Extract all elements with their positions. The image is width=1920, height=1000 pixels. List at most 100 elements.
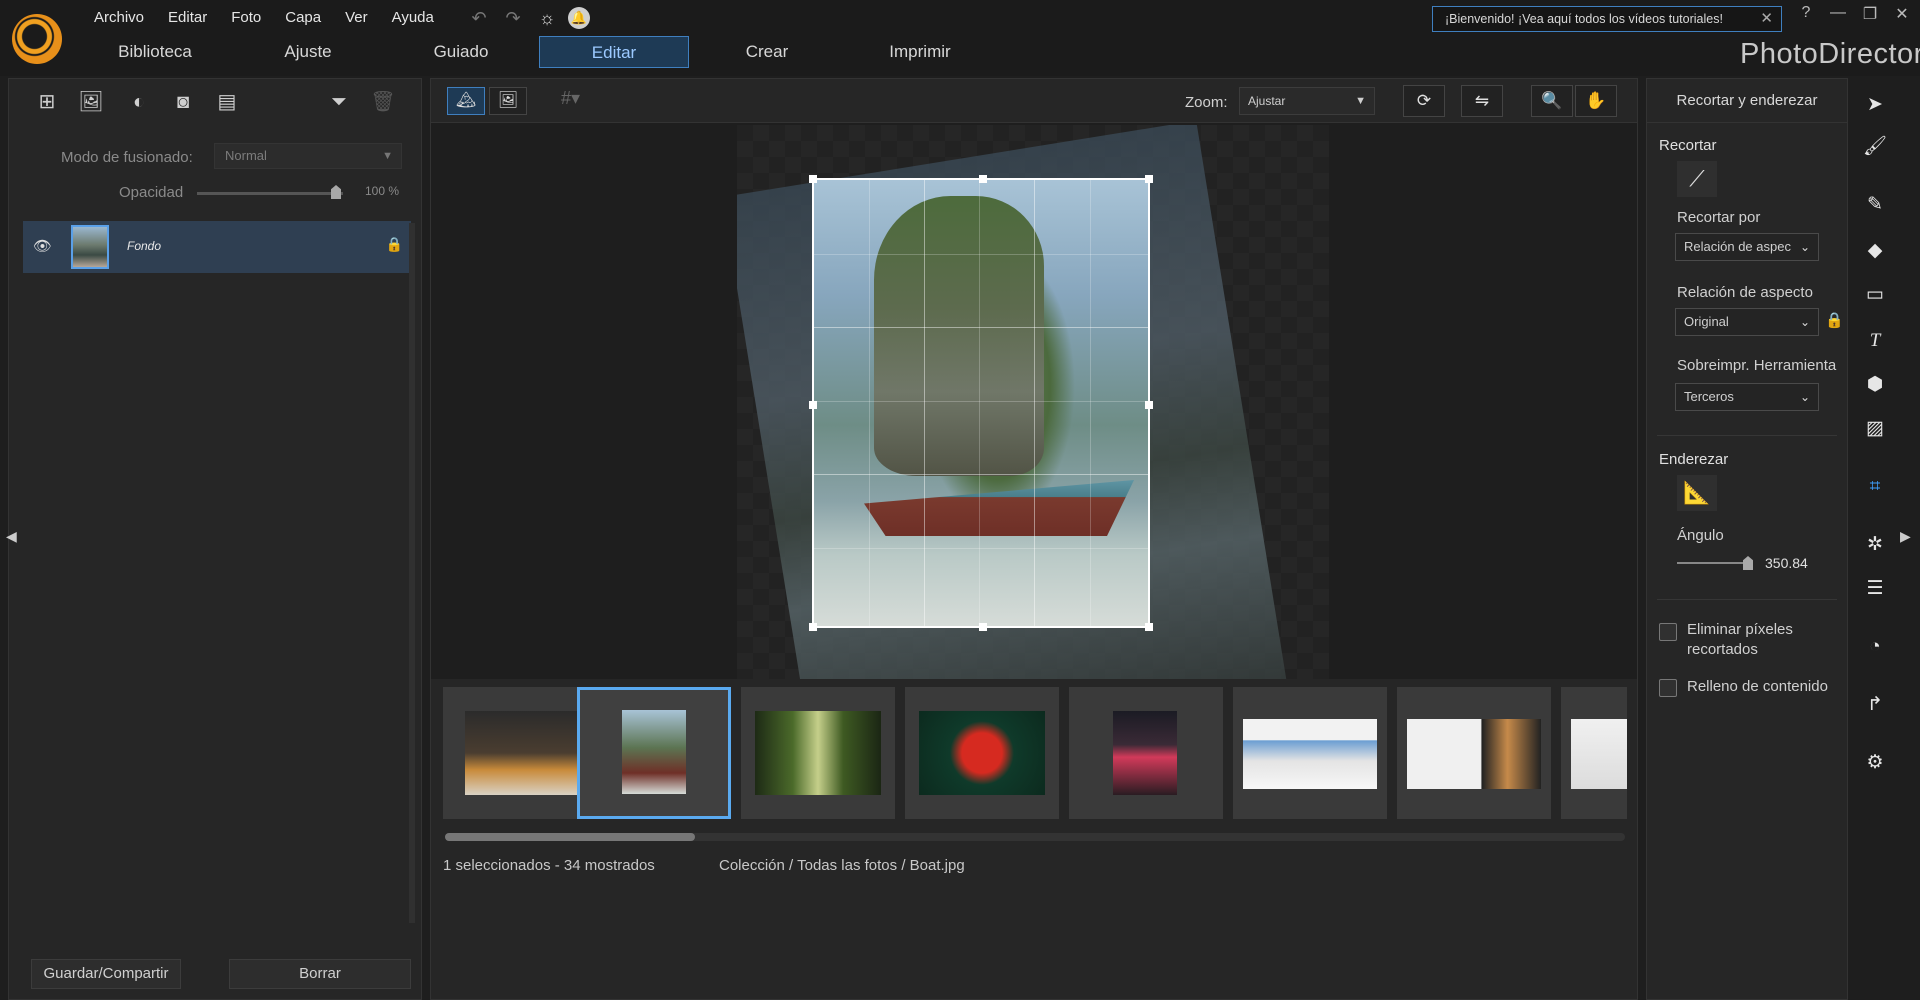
menu-ver[interactable]: Ver [333, 6, 380, 29]
filmstrip-thumb[interactable] [1069, 687, 1223, 819]
collapse-left-icon[interactable]: ◀ [6, 528, 17, 545]
trash-icon[interactable]: 🗑 [365, 87, 401, 117]
thumb-image [1407, 719, 1541, 789]
close-icon[interactable]: ✕ [1760, 7, 1773, 31]
filter-icon[interactable]: ⏷ [321, 87, 357, 117]
pencil-icon[interactable]: ✎ [1858, 188, 1892, 222]
tab-ajuste[interactable]: Ajuste [233, 36, 383, 68]
photo-canvas[interactable] [737, 125, 1329, 680]
smart-brush-icon[interactable]: 🖌 [1858, 130, 1892, 164]
crop-panel: Recortar y enderezar Recortar ⟋ Recortar… [1646, 78, 1848, 1000]
grid-icon[interactable]: #▾ [561, 88, 580, 109]
layer-row-fondo[interactable]: 👁 Fondo 🔒 [23, 221, 411, 273]
menu-archivo[interactable]: Archivo [82, 6, 156, 29]
filmstrip-scrollbar-thumb[interactable] [445, 833, 695, 841]
angle-slider[interactable] [1677, 562, 1747, 564]
layer-options-icon[interactable]: ▤ [209, 87, 245, 117]
menu-editar[interactable]: Editar [156, 6, 219, 29]
crop-handle[interactable] [979, 623, 987, 631]
notification-icon[interactable]: 🔔 [568, 7, 590, 29]
crop-handle[interactable] [1145, 623, 1153, 631]
tab-editar[interactable]: Editar [539, 36, 689, 68]
crop-box[interactable] [809, 175, 1153, 631]
angle-slider-handle[interactable] [1743, 556, 1753, 570]
tab-guiado[interactable]: Guiado [386, 36, 536, 68]
zoom-select[interactable]: Ajustar ▼ [1239, 87, 1375, 115]
tab-crear[interactable]: Crear [692, 36, 842, 68]
lock-icon[interactable]: 🔒 [386, 236, 403, 253]
paint-bucket-icon[interactable]: ⬢ [1858, 368, 1892, 402]
rotate-icon[interactable]: ⟳ [1403, 85, 1445, 117]
menu-foto[interactable]: Foto [219, 6, 273, 29]
overlay-select[interactable]: Terceros ⌄ [1675, 383, 1819, 411]
filmstrip-thumb[interactable] [443, 687, 597, 819]
layers-scrollbar[interactable] [409, 223, 415, 923]
visibility-eye-icon[interactable]: 👁 [33, 237, 52, 255]
collapse-right-icon[interactable]: ▶ [1900, 528, 1911, 545]
crop-handle[interactable] [1145, 175, 1153, 183]
crop-handle[interactable] [809, 175, 817, 183]
hand-tool-icon[interactable]: ✋ [1575, 85, 1617, 117]
eraser-icon[interactable]: ◆ [1858, 234, 1892, 268]
crop-tool-icon[interactable]: ⟋ [1677, 161, 1717, 197]
opacity-slider-handle[interactable] [331, 185, 341, 199]
welcome-text: ¡Bienvenido! ¡Vea aquí todos los vídeos … [1445, 12, 1723, 26]
crop-handle[interactable] [979, 175, 987, 183]
aspect-ratio-select[interactable]: Original ⌄ [1675, 308, 1819, 336]
filmstrip-thumb[interactable] [1397, 687, 1551, 819]
delete-button[interactable]: Borrar [229, 959, 411, 989]
app-logo-icon [12, 14, 62, 64]
redo-icon[interactable]: ↷ [500, 6, 526, 30]
window-close-icon[interactable]: ✕ [1886, 4, 1918, 24]
angle-value: 350.84 [1765, 555, 1808, 571]
add-image-icon[interactable]: 🖼 [73, 87, 109, 117]
restore-icon[interactable]: ❐ [1854, 4, 1886, 24]
gradient-icon[interactable]: ▨ [1858, 412, 1892, 446]
crop-icon[interactable]: ⌗ [1858, 470, 1892, 504]
filmstrip-scrollbar[interactable] [445, 833, 1625, 841]
remove-pixels-label: Eliminar píxeles recortados [1687, 621, 1793, 658]
minimize-icon[interactable]: — [1822, 4, 1854, 24]
straighten-tool-icon[interactable]: 📐 [1677, 475, 1717, 511]
menu-ayuda[interactable]: Ayuda [380, 6, 446, 29]
save-share-button[interactable]: Guardar/Compartir [31, 959, 181, 989]
filmstrip-thumb-selected[interactable] [577, 687, 731, 819]
menu-capa[interactable]: Capa [273, 6, 333, 29]
mask-icon[interactable]: ◙ [165, 87, 201, 117]
adjustment-layer-icon[interactable]: ◐ [121, 87, 157, 117]
gear-icon[interactable]: ⚙ [1858, 746, 1892, 780]
undo-icon[interactable]: ↶ [466, 6, 492, 30]
tab-biblioteca[interactable]: Biblioteca [80, 36, 230, 68]
help-icon[interactable]: ? [1790, 4, 1822, 24]
aspect-lock-icon[interactable]: 🔒 [1825, 311, 1844, 329]
main-tabs: Biblioteca Ajuste Guiado Editar Crear Im… [80, 36, 998, 68]
adjust-sliders-icon[interactable]: ☰ [1858, 572, 1892, 606]
filmstrip-thumb[interactable] [1561, 687, 1627, 819]
filmstrip-thumb[interactable] [1233, 687, 1387, 819]
crop-by-select[interactable]: Relación de aspec ⌄ [1675, 233, 1819, 261]
content-fill-checkbox[interactable] [1659, 679, 1677, 697]
remove-pixels-checkbox[interactable] [1659, 623, 1677, 641]
filmstrip-thumb[interactable] [741, 687, 895, 819]
single-view-button[interactable]: 🖼 [489, 87, 527, 115]
transform-icon[interactable]: ↱ [1858, 688, 1892, 722]
crop-handle[interactable] [809, 401, 817, 409]
magic-wand-icon[interactable]: ✲ [1858, 528, 1892, 562]
settings-icon[interactable]: ☼ [534, 6, 560, 30]
flip-icon[interactable]: ⇋ [1461, 85, 1503, 117]
opacity-slider[interactable] [197, 192, 343, 195]
new-layer-icon[interactable]: ⊞ [29, 87, 65, 117]
crop-handle[interactable] [1145, 401, 1153, 409]
blend-mode-select[interactable]: Normal ▼ [214, 143, 402, 169]
text-tool-icon[interactable]: T [1858, 324, 1892, 358]
effects-icon[interactable]: ◔ [1858, 630, 1892, 664]
crop-handle[interactable] [809, 623, 817, 631]
angle-label: Ángulo [1677, 527, 1724, 544]
welcome-banner[interactable]: ¡Bienvenido! ¡Vea aquí todos los vídeos … [1432, 6, 1782, 32]
compare-view-button[interactable]: 🏔 [447, 87, 485, 115]
rectangle-icon[interactable]: ▭ [1858, 278, 1892, 312]
select-arrow-icon[interactable]: ➤ [1858, 88, 1892, 122]
zoom-tool-icon[interactable]: 🔍 [1531, 85, 1573, 117]
tab-imprimir[interactable]: Imprimir [845, 36, 995, 68]
filmstrip-thumb[interactable] [905, 687, 1059, 819]
